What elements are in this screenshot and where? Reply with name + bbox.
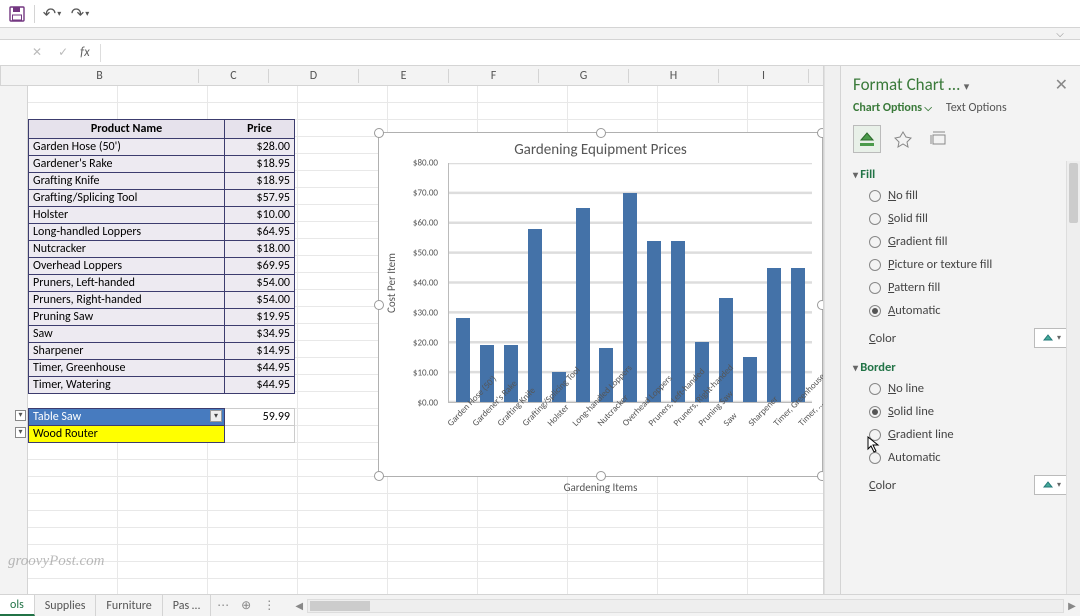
option-gradient-fill[interactable]: Gradient fill	[853, 230, 1068, 253]
sheet-tab[interactable]: Supplies	[35, 595, 97, 616]
chart-x-axis-title[interactable]: Gardening Items	[379, 481, 822, 494]
data-table[interactable]: Product NamePriceGarden Hose (50')$28.00…	[28, 119, 295, 443]
column-header-price[interactable]: Price	[225, 120, 295, 139]
column-header-product[interactable]: Product Name	[29, 120, 225, 139]
table-row[interactable]: Wood Router▾	[29, 426, 295, 443]
option-picture-or-texture-fill[interactable]: Picture or texture fill	[853, 253, 1068, 276]
option-solid-fill[interactable]: Solid fill	[853, 207, 1068, 230]
fill-line-icon[interactable]	[853, 125, 881, 153]
sheet-tab[interactable]: ols	[0, 595, 35, 616]
column-header[interactable]: F	[449, 69, 539, 83]
sheet-tabs: ols Supplies Furniture Pas … ⋯ ⊕ ⋮ ◀▶	[0, 594, 1080, 616]
section-border[interactable]: Border	[853, 354, 1068, 377]
tab-text-options[interactable]: Text Options	[946, 101, 1007, 115]
chart-bar[interactable]	[791, 268, 805, 402]
sheet-tab[interactable]: Pas …	[163, 595, 211, 616]
table-row[interactable]: Table Saw▾▾59.99	[29, 409, 295, 426]
tabs-divider[interactable]: ⋮	[257, 595, 281, 616]
table-row[interactable]: Holster$10.00	[29, 207, 295, 224]
formula-cancel[interactable]: ✕	[28, 45, 46, 60]
chart-bar[interactable]	[647, 241, 661, 402]
pane-close-button[interactable]: ✕	[1055, 75, 1068, 95]
format-chart-pane: Format Chart … ▾ ✕ Chart Options Text Op…	[840, 66, 1080, 594]
option-solid-line[interactable]: Solid line	[853, 400, 1068, 423]
table-row[interactable]: Saw$34.95	[29, 326, 295, 343]
formula-bar: ✕ ✓ fx	[0, 40, 1080, 66]
table-row[interactable]: Nutcracker$18.00	[29, 241, 295, 258]
section-fill[interactable]: Fill	[853, 161, 1068, 184]
save-button[interactable]	[6, 3, 28, 25]
horizontal-scrollbar[interactable]: ◀▶	[291, 595, 1080, 616]
column-header[interactable]: C	[199, 69, 269, 83]
vertical-scrollbar[interactable]	[824, 66, 840, 594]
color-property[interactable]: Color▾	[853, 469, 1068, 501]
quick-access-toolbar: ↶▾ ↷▾	[0, 0, 1080, 28]
table-row[interactable]: Sharpener$14.95	[29, 343, 295, 360]
table-row[interactable]: Grafting/Splicing Tool$57.95	[29, 190, 295, 207]
pane-title-dropdown[interactable]: ▾	[964, 80, 970, 93]
effects-icon[interactable]	[889, 125, 917, 153]
formula-enter[interactable]: ✓	[54, 45, 72, 60]
new-sheet-button[interactable]: ⊕	[235, 595, 257, 616]
ribbon-collapsed: ⌵	[0, 28, 1080, 40]
worksheet-grid[interactable]: BCDEFGHIJK Product NamePriceGarden Hose …	[0, 66, 824, 594]
table-row[interactable]: Grafting Knife$18.95	[29, 173, 295, 190]
column-header[interactable]: G	[539, 69, 629, 83]
chart-bar[interactable]	[743, 357, 757, 402]
table-row[interactable]: Garden Hose (50')$28.00	[29, 139, 295, 156]
tab-chart-options[interactable]: Chart Options	[853, 101, 932, 115]
table-row[interactable]: Pruning Saw$19.95	[29, 309, 295, 326]
sheet-scroll-more[interactable]: ⋯	[211, 595, 235, 616]
pane-scrollbar[interactable]	[1066, 161, 1080, 594]
ribbon-expand-button[interactable]: ⌵	[1050, 27, 1070, 39]
table-row[interactable]: Long-handled Loppers$64.95	[29, 224, 295, 241]
pane-tabs: Chart Options Text Options	[841, 99, 1080, 121]
option-no-line[interactable]: No line	[853, 377, 1068, 400]
option-gradient-line[interactable]: Gradient line	[853, 423, 1068, 446]
column-header[interactable]: I	[719, 69, 809, 83]
color-property[interactable]: Color▾	[853, 322, 1068, 354]
table-row[interactable]: Timer, Greenhouse$44.95	[29, 360, 295, 377]
pane-body: FillNo fillSolid fillGradient fillPictur…	[841, 161, 1080, 594]
embedded-chart[interactable]: Gardening Equipment Prices Cost Per Item…	[378, 132, 823, 477]
column-header[interactable]: J	[809, 69, 824, 83]
column-headers[interactable]: BCDEFGHIJK	[0, 66, 823, 86]
option-pattern-fill[interactable]: Pattern fill	[853, 276, 1068, 299]
option-no-fill[interactable]: No fill	[853, 184, 1068, 207]
sheet-tab[interactable]: Furniture	[96, 595, 162, 616]
size-properties-icon[interactable]	[925, 125, 953, 153]
table-row[interactable]: Timer, Watering$44.95	[29, 377, 295, 394]
fx-label[interactable]: fx	[80, 45, 90, 60]
chart-bar[interactable]	[528, 229, 542, 402]
chart-bar[interactable]	[456, 318, 470, 402]
pane-title: Format Chart …	[853, 74, 960, 95]
option-automatic[interactable]: Automatic	[853, 446, 1068, 469]
undo-button[interactable]: ↶▾	[41, 3, 63, 25]
chart-bar[interactable]	[671, 241, 685, 402]
table-row[interactable]: Gardener's Rake$18.95	[29, 156, 295, 173]
option-automatic[interactable]: Automatic	[853, 299, 1068, 322]
column-header[interactable]: D	[269, 69, 359, 83]
chart-bar[interactable]	[719, 298, 733, 402]
chart-x-axis-labels[interactable]: Garden Hose (50')Gardener's RakeGrafting…	[379, 403, 822, 481]
table-row[interactable]: Overhead Loppers$69.95	[29, 258, 295, 275]
column-header[interactable]: H	[629, 69, 719, 83]
chart-y-axis-label[interactable]: Cost Per Item	[383, 163, 400, 403]
chart-bar[interactable]	[767, 268, 781, 402]
column-header[interactable]: B	[1, 69, 199, 83]
redo-button[interactable]: ↷▾	[69, 3, 91, 25]
table-row[interactable]: Pruners, Right-handed$54.00	[29, 292, 295, 309]
table-row[interactable]: Pruners, Left-handed$54.00	[29, 275, 295, 292]
column-header[interactable]: E	[359, 69, 449, 83]
